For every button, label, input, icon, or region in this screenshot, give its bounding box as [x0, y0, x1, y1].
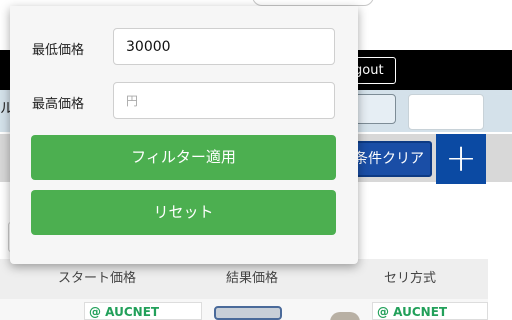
column-header-auction-method[interactable]: セリ方式: [384, 259, 436, 299]
apply-filter-button[interactable]: フィルター適用: [31, 135, 336, 180]
brand-logo: @ AUCNET: [377, 305, 448, 319]
min-price-label: 最低価格: [32, 43, 85, 58]
column-header-start-price[interactable]: スタート価格: [58, 259, 136, 299]
brand-logo: @ AUCNET: [89, 305, 160, 319]
clear-conditions-button[interactable]: 条件クリア: [346, 141, 432, 177]
column-header-result-price[interactable]: 結果価格: [226, 259, 278, 299]
max-price-input[interactable]: [113, 82, 335, 119]
nav-button[interactable]: [408, 94, 484, 130]
price-filter-popup: 最低価格 最高価格 フィルター適用 リセット: [10, 6, 358, 264]
max-price-label: 最高価格: [32, 97, 85, 112]
vehicle-photo[interactable]: [330, 312, 360, 320]
vehicle-thumbnail[interactable]: @ AUCNET: [372, 302, 488, 320]
table-header: スタート価格 結果価格 セリ方式: [0, 259, 488, 299]
vehicle-thumbnail-selected[interactable]: [214, 306, 282, 320]
add-button[interactable]: +: [436, 134, 486, 184]
vehicle-thumbnail[interactable]: @ AUCNET: [84, 302, 202, 320]
reset-button[interactable]: リセット: [31, 190, 336, 235]
plus-icon: +: [445, 136, 477, 180]
min-price-input[interactable]: [113, 28, 335, 65]
